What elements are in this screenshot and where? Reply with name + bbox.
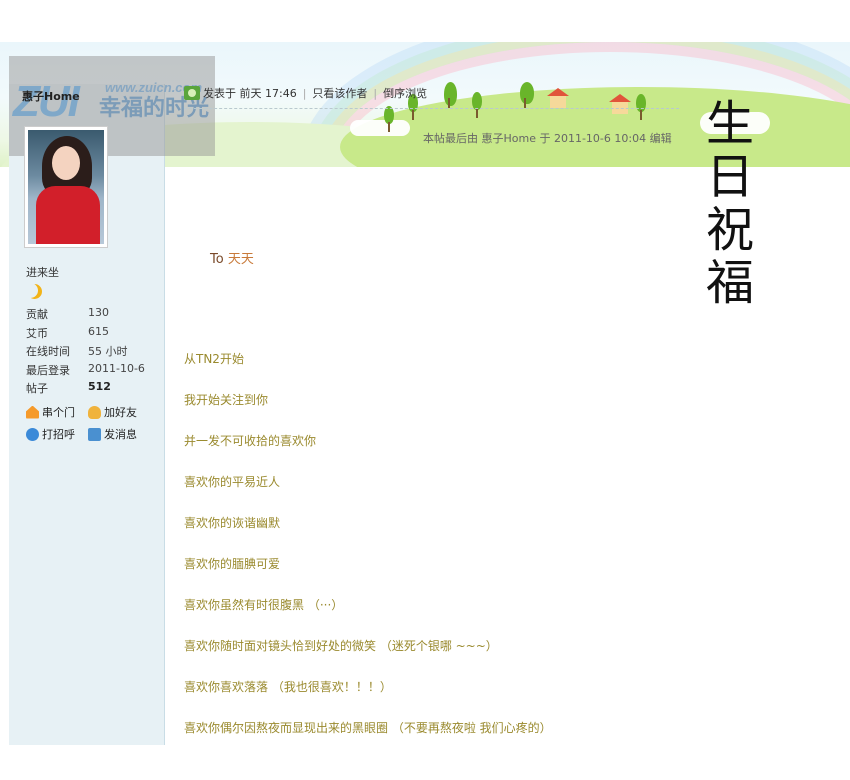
recipient-name: 天天: [227, 252, 254, 267]
title-char: 日: [705, 149, 754, 205]
author-stats: 贡献 130 艾币 615 在线时间 55 小时 最后登录 2011-10-6 …: [26, 306, 145, 399]
user-rank: 进来坐: [26, 266, 59, 279]
to-prefix: To: [210, 252, 224, 267]
post-line: 我开始关注到你: [184, 393, 269, 407]
stat-label: 帖子: [26, 382, 48, 395]
recipient-line: To 天天: [210, 248, 254, 267]
stat-row: 帖子 512: [26, 380, 145, 399]
post-line: 喜欢你随时面对镜头恰到好处的微笑 （迷死个银哪 ~~~）: [184, 639, 498, 653]
avatar[interactable]: [24, 126, 108, 248]
stat-row: 在线时间 55 小时: [26, 343, 145, 362]
divider: [184, 108, 679, 109]
message-label: 发消息: [104, 428, 137, 441]
greet-button[interactable]: 打招呼: [26, 426, 75, 442]
post-icon: [184, 86, 200, 100]
post-line: 喜欢你的平易近人: [184, 475, 281, 489]
post-meta: 发表于 前天 17:46 | 只看该作者 | 倒序浏览: [184, 85, 427, 101]
add-friend-button[interactable]: 加好友: [88, 404, 137, 420]
post-line: 喜欢你的诙谐幽默: [184, 516, 281, 530]
stat-value: 615: [88, 324, 109, 338]
post-line: 喜欢你虽然有时很腹黑 （···）: [184, 598, 344, 612]
posted-prefix: 发表于: [203, 87, 236, 100]
post-line: 喜欢你的腼腆可爱: [184, 557, 281, 571]
cloud-decoration: [350, 120, 410, 136]
stat-value[interactable]: 512: [88, 380, 111, 399]
post-title-vertical: 生 日 祝 福: [700, 98, 760, 310]
tree-icon: [444, 82, 457, 108]
edited-note: 本帖最后由 惠子Home 于 2011-10-6 10:04 编辑: [423, 132, 672, 145]
title-char: 福: [705, 255, 754, 311]
add-friend-label: 加好友: [104, 406, 137, 419]
stat-label: 艾币: [26, 326, 48, 340]
reverse-view-link[interactable]: 倒序浏览: [383, 85, 427, 101]
title-char: 祝: [705, 202, 754, 258]
separator: |: [302, 86, 307, 100]
stat-label: 贡献: [26, 308, 48, 321]
stat-value: 2011-10-6: [88, 361, 145, 375]
greet-label: 打招呼: [42, 428, 75, 441]
tree-icon: [520, 82, 534, 108]
tree-icon: [636, 94, 646, 120]
post-line: 喜欢你偶尔因熬夜而显现出来的黑眼圈 （不要再熬夜啦 我们心疼的）: [184, 721, 552, 735]
stat-label: 在线时间: [26, 345, 70, 358]
stat-row: 最后登录 2011-10-6: [26, 362, 145, 381]
mail-icon: [88, 427, 101, 441]
visit-label: 串个门: [42, 406, 75, 419]
separator: |: [373, 86, 378, 100]
handshake-icon: [88, 405, 101, 419]
posted-time: 前天 17:46: [239, 87, 297, 100]
post-line: 从TN2开始: [184, 352, 244, 366]
stat-row: 艾币 615: [26, 325, 145, 344]
author-name[interactable]: 惠子Home: [22, 88, 80, 104]
stat-label: 最后登录: [26, 363, 70, 377]
stat-value: 130: [88, 306, 109, 319]
visit-button[interactable]: 串个门: [26, 404, 75, 420]
house-icon: [547, 88, 569, 108]
post-line: 并一发不可收拾的喜欢你: [184, 434, 317, 448]
only-author-link[interactable]: 只看该作者: [312, 85, 367, 101]
title-char: 生: [705, 96, 754, 152]
message-button[interactable]: 发消息: [88, 426, 137, 442]
stat-value: 55 小时: [88, 345, 128, 358]
greet-icon: [26, 427, 39, 441]
home-icon: [26, 405, 39, 419]
post-line: 喜欢你喜欢落落 （我也很喜欢！！！）: [184, 680, 392, 694]
avatar-photo: [28, 130, 104, 244]
moon-icon: [27, 284, 42, 299]
stat-row: 贡献 130: [26, 306, 145, 325]
